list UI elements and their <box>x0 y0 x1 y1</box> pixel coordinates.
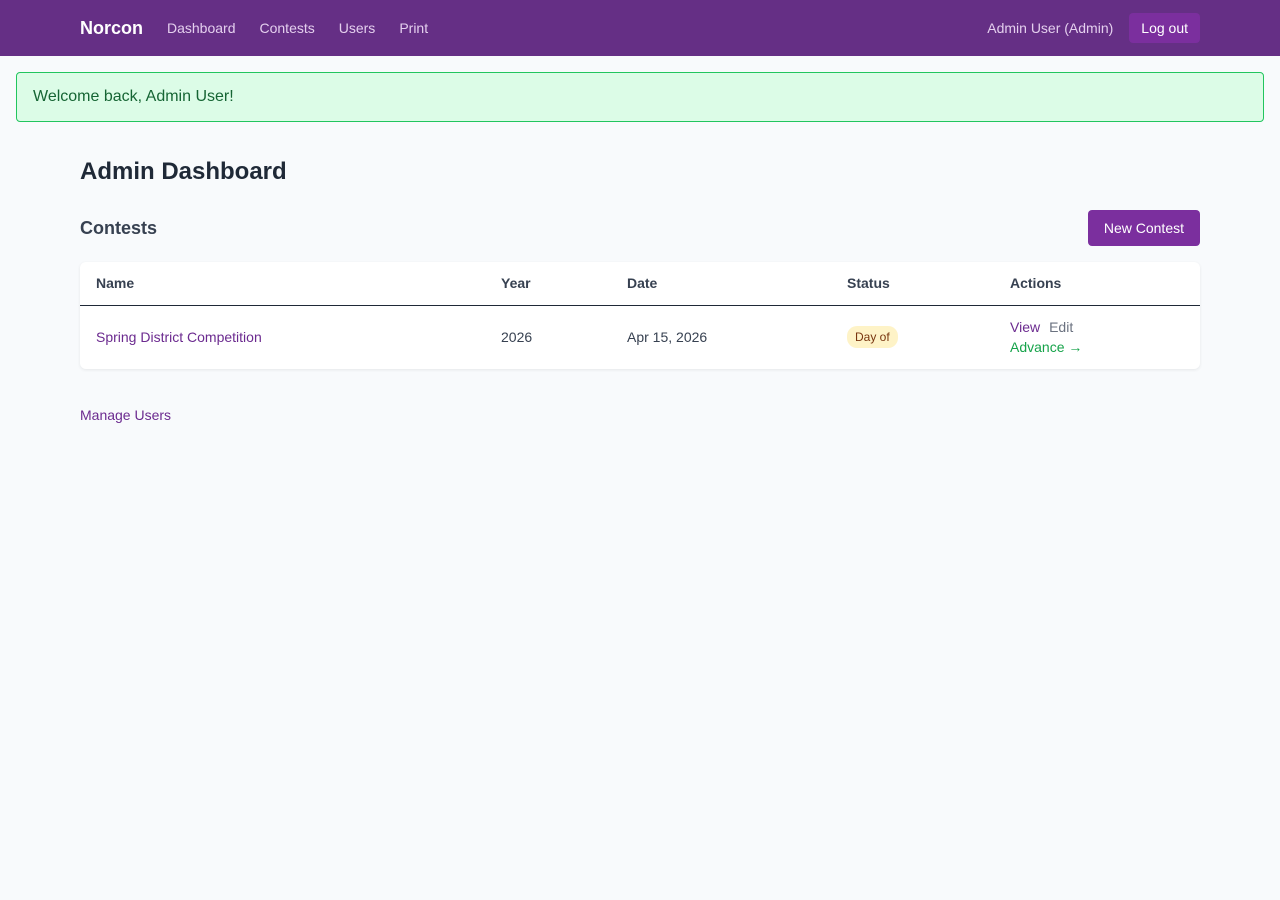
new-contest-button[interactable]: New Contest <box>1087 210 1200 246</box>
flash-text: Welcome back, Admin User! <box>33 88 234 105</box>
flash-message: Welcome back, Admin User! <box>16 72 1264 122</box>
nav-dashboard[interactable]: Dashboard <box>167 20 236 36</box>
contests-section-header: Contests New Contest <box>80 210 1200 246</box>
status-badge: Day of <box>847 326 898 349</box>
cell-date: Apr 15, 2026 <box>627 329 708 346</box>
page-title: Admin Dashboard <box>80 158 287 185</box>
nav-user-area: Admin User (Admin) Log out <box>987 13 1200 43</box>
nav-contests[interactable]: Contests <box>260 20 315 36</box>
column-header-date: Date <box>611 262 831 306</box>
cell-year: 2026 <box>501 329 533 346</box>
cell-status: Day of <box>831 305 994 369</box>
column-header-name: Name <box>80 262 485 306</box>
column-header-actions: Actions <box>994 262 1200 306</box>
cell-actions: View Edit Advance → <box>994 305 1200 369</box>
top-navbar: Norcon Dashboard Contests Users Print Ad… <box>0 0 1280 56</box>
brand-logo[interactable]: Norcon <box>80 18 143 39</box>
table-header-row: Name Year Date Status Actions <box>80 262 1200 306</box>
contests-section-title: Contests <box>80 217 158 238</box>
main-content: Admin Dashboard Contests New Contest Nam… <box>0 158 1280 425</box>
main-nav: Dashboard Contests Users Print <box>167 20 428 36</box>
current-user-label: Admin User (Admin) <box>987 20 1114 36</box>
column-header-status: Status <box>831 262 994 306</box>
manage-users-link[interactable]: Manage Users <box>80 407 171 423</box>
edit-link[interactable]: Edit <box>1049 319 1073 335</box>
cell-name: Spring District Competition <box>80 305 485 369</box>
advance-link[interactable]: Advance → <box>1010 337 1082 357</box>
nav-print[interactable]: Print <box>399 20 428 36</box>
view-link[interactable]: View <box>1010 319 1040 335</box>
nav-users[interactable]: Users <box>339 20 376 36</box>
contest-name-link[interactable]: Spring District Competition <box>96 329 262 345</box>
contests-table: Name Year Date Status Actions Spring Dis… <box>80 262 1200 369</box>
logout-button[interactable]: Log out <box>1129 13 1200 43</box>
column-header-year: Year <box>485 262 611 306</box>
table-row: Spring District Competition 2026 Apr 15,… <box>80 305 1200 369</box>
contests-table-card: Name Year Date Status Actions Spring Dis… <box>80 262 1200 369</box>
